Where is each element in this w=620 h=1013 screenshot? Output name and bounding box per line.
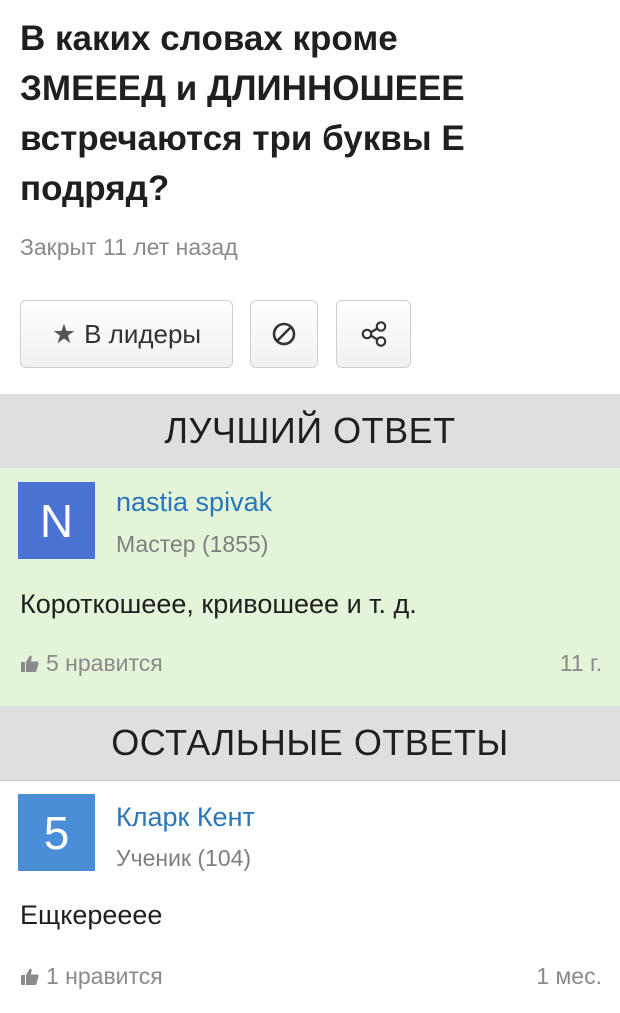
best-answer-header: ЛУЧШИЙ ОТВЕТ bbox=[0, 394, 620, 469]
author-name-link[interactable]: nastia spivak bbox=[116, 487, 272, 518]
question-title-line: В каких словах кроме bbox=[20, 19, 398, 58]
share-icon bbox=[361, 321, 386, 347]
question-title: В каких словах кроме ЗМЕЕЕД и ДЛИННОШЕЕЕ… bbox=[20, 14, 600, 214]
avatar[interactable]: N bbox=[18, 482, 95, 559]
answer-text: Ещкереееe bbox=[20, 900, 163, 930]
star-icon: ★ bbox=[51, 318, 77, 349]
avatar-letter: 5 bbox=[43, 806, 70, 859]
like-button[interactable]: 5 нравится bbox=[20, 650, 163, 677]
answer-page: В каких словах кроме ЗМЕЕЕД и ДЛИННОШЕЕЕ… bbox=[0, 0, 620, 1013]
question-title-line: ЗМЕЕЕД и ДЛИННОШЕЕЕ bbox=[20, 69, 465, 108]
question-title-line: подряд? bbox=[20, 169, 170, 208]
author-rank: Мастер (1855) bbox=[116, 531, 269, 557]
question-title-line: встречаются три буквы Е bbox=[20, 119, 465, 158]
block-button[interactable] bbox=[250, 300, 318, 368]
other-answers-header: ОСТАЛЬНЫЕ ОТВЕТЫ bbox=[0, 706, 620, 781]
likes-count: 5 нравится bbox=[46, 650, 163, 676]
thumbs-up-icon bbox=[20, 654, 40, 674]
to-leaders-label: В лидеры bbox=[84, 318, 202, 349]
block-icon bbox=[272, 322, 296, 346]
avatar[interactable]: 5 bbox=[18, 794, 95, 871]
answer-text: Короткошеее, кривошеее и т. д. bbox=[20, 589, 417, 619]
answer-age: 11 г. bbox=[559, 650, 602, 676]
thumbs-up-icon bbox=[20, 967, 40, 987]
answer-age: 1 мес. bbox=[536, 963, 602, 989]
question-status: Закрыт 11 лет назад bbox=[20, 234, 238, 260]
share-button[interactable] bbox=[336, 300, 411, 368]
to-leaders-button[interactable]: ★ В лидеры bbox=[20, 300, 233, 368]
like-button[interactable]: 1 нравится bbox=[20, 963, 163, 990]
likes-count: 1 нравится bbox=[46, 963, 163, 989]
avatar-letter: N bbox=[39, 494, 74, 547]
author-name-link[interactable]: Кларк Кент bbox=[116, 802, 255, 833]
author-rank: Ученик (104) bbox=[116, 845, 252, 871]
